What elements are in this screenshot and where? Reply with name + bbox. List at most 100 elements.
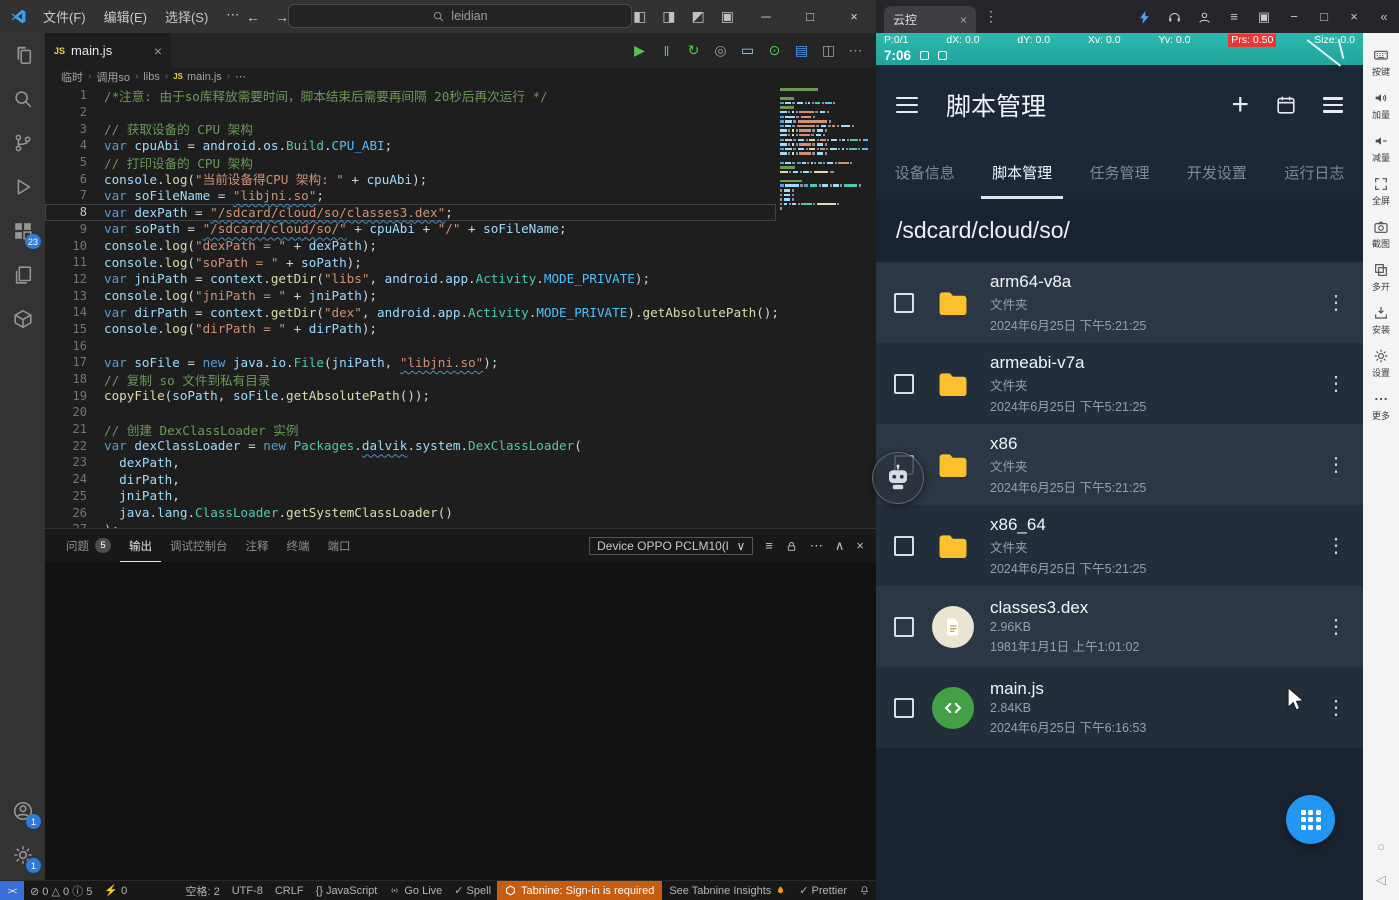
more-actions-button[interactable]: ⋯ [845, 42, 866, 59]
fab-apps-button[interactable] [1286, 795, 1335, 844]
close-panel-icon[interactable]: × [856, 538, 864, 553]
file-row[interactable]: x86文件夹2024年6月25日 下午5:21:25⋮ [876, 424, 1363, 505]
code-line[interactable]: 7var soFileName = "libjni.so"; [45, 187, 776, 204]
emu-maximize-button[interactable]: □ [1309, 9, 1339, 24]
spell-status[interactable]: ✓ Spell [448, 884, 497, 897]
file-row[interactable]: x86_64文件夹2024年6月25日 下午5:21:25⋮ [876, 505, 1363, 586]
voldown-button[interactable]: 减量 [1372, 133, 1390, 164]
boost-icon[interactable] [1129, 8, 1159, 24]
documents-icon[interactable] [0, 253, 45, 297]
apk-button[interactable]: 安装 [1372, 305, 1390, 336]
file-row[interactable]: classes3.dex2.96KB1981年1月1日 上午1:01:02⋮ [876, 586, 1363, 667]
manage-settings-icon[interactable]: 1 [0, 833, 45, 877]
sidebar-collapse-button[interactable]: « [1369, 9, 1399, 24]
code-line[interactable]: 10console.log("dexPath = " + dexPath); [45, 237, 776, 254]
app-tab-4[interactable]: 运行日志 [1266, 145, 1363, 199]
breadcrumb-item-0[interactable]: 临时 [61, 69, 83, 85]
prettier-status[interactable]: ✓ Prettier [793, 884, 853, 897]
panel-tab-4[interactable]: 终端 [278, 529, 319, 562]
customize-layout-button[interactable]: ▣ [721, 8, 734, 25]
gear-button[interactable]: 设置 [1372, 348, 1390, 379]
pause-script-button[interactable]: ‖ [656, 43, 677, 59]
checkbox[interactable] [894, 698, 914, 718]
panel-tab-5[interactable]: 端口 [319, 529, 360, 562]
code-line[interactable]: 21// 创建 DexClassLoader 实例 [45, 421, 776, 438]
source-control-icon[interactable] [0, 121, 45, 165]
rerun-script-button[interactable]: ↻ [683, 42, 704, 59]
status-item-0[interactable]: 空格: 2 [179, 883, 225, 899]
window-switch-icon[interactable]: ▣ [1249, 9, 1279, 25]
checkbox[interactable] [894, 536, 914, 556]
code-line[interactable]: 15console.log("dirPath = " + dirPath); [45, 321, 776, 338]
code-line[interactable]: 26 java.lang.ClassLoader.getSystemClassL… [45, 504, 776, 521]
code-line[interactable]: 9var soPath = "/sdcard/cloud/so/" + cpuA… [45, 221, 776, 238]
nav-icon-1[interactable]: ◁ [1376, 872, 1386, 888]
maximize-panel-icon[interactable]: ∧ [835, 538, 845, 554]
breadcrumb-item-3[interactable]: JSmain.js [173, 71, 222, 83]
explorer-icon[interactable] [0, 33, 45, 77]
maximize-button[interactable]: □ [788, 0, 832, 33]
stop-all-button[interactable]: ⊙ [764, 42, 785, 59]
code-line[interactable]: 24 dirPath, [45, 471, 776, 488]
code-line[interactable]: 25 jniPath, [45, 488, 776, 505]
code-line[interactable]: 22var dexClassLoader = new Packages.dalv… [45, 437, 776, 454]
floating-assistant-button[interactable] [872, 452, 924, 504]
app-tab-2[interactable]: 任务管理 [1071, 145, 1168, 199]
code-line[interactable]: 19copyFile(soPath, soFile.getAbsolutePat… [45, 387, 776, 404]
account-icon[interactable] [1189, 8, 1219, 24]
nav-back-button[interactable]: ← [246, 9, 260, 25]
code-line[interactable]: 11console.log("soPath = " + soPath); [45, 254, 776, 271]
code-line[interactable]: 8var dexPath = "/sdcard/cloud/so/classes… [45, 204, 776, 221]
filter-icon[interactable]: ≡ [765, 538, 773, 553]
item-menu-icon[interactable]: ⋮ [1323, 614, 1349, 639]
extensions-icon[interactable]: 23 [0, 209, 45, 253]
code-line[interactable]: 3// 获取设备的 CPU 架构 [45, 120, 776, 137]
code-line[interactable]: 18// 复制 so 文件到私有目录 [45, 371, 776, 388]
item-menu-icon[interactable]: ⋮ [1323, 371, 1349, 396]
minimap[interactable] [780, 88, 868, 212]
code-line[interactable]: 20 [45, 404, 776, 421]
checkbox[interactable] [894, 617, 914, 637]
bell-icon[interactable] [853, 885, 876, 896]
code-line[interactable]: 2 [45, 104, 776, 121]
code-line[interactable]: 5// 打印设备的 CPU 架构 [45, 154, 776, 171]
code-line[interactable]: 1/*注意: 由于so库释放需要时间，脚本结束后需要再间隔 20秒后再次运行 *… [45, 87, 776, 104]
run-and-debug-icon[interactable] [0, 165, 45, 209]
more-actions-icon[interactable]: ⋯ [810, 538, 823, 554]
editor-tab-main-js[interactable]: JS main.js × [45, 33, 171, 68]
item-menu-icon[interactable]: ⋮ [1323, 290, 1349, 315]
item-menu-icon[interactable]: ⋮ [1323, 695, 1349, 720]
menu-item-2[interactable]: 选择(S) [156, 7, 217, 26]
tab-close-button[interactable]: × [154, 43, 162, 59]
nav-icon-0[interactable]: ○ [1377, 839, 1385, 854]
code-line[interactable]: 12var jniPath = context.getDir("libs", a… [45, 271, 776, 288]
emu-close-button[interactable]: × [1339, 9, 1369, 24]
file-row[interactable]: armeabi-v7a文件夹2024年6月25日 下午5:21:25⋮ [876, 343, 1363, 424]
toggle-secondary-sidebar-button[interactable]: ◩ [692, 8, 705, 25]
package-explorer-icon[interactable] [0, 297, 45, 341]
code-line[interactable]: 4var cpuAbi = android.os.Build.CPU_ABI; [45, 137, 776, 154]
emu-menu-icon[interactable]: ≡ [1219, 9, 1249, 24]
toggle-primary-sidebar-button[interactable]: ◧ [633, 8, 646, 25]
checkbox[interactable] [894, 293, 914, 313]
status-item-1[interactable]: UTF-8 [226, 885, 269, 897]
tab-more-icon[interactable]: ⋮ [984, 8, 998, 25]
device-selector[interactable]: Device OPPO PCLM10(l∨ [589, 537, 753, 555]
code-line[interactable]: 17var soFile = new java.io.File(jniPath,… [45, 354, 776, 371]
go-live-button[interactable]: Go Live [383, 885, 448, 897]
panel-tab-2[interactable]: 调试控制台 [161, 529, 237, 562]
run-script-button[interactable]: ▶ [629, 42, 650, 59]
emu-minimize-button[interactable]: − [1279, 9, 1309, 24]
screenshot-button[interactable]: 截图 [1372, 219, 1390, 250]
problems-status[interactable]: ⊘ 0 △ 0 ⓘ 5 [24, 883, 98, 899]
code-line[interactable]: 16 [45, 337, 776, 354]
code-line[interactable]: 23 dexPath, [45, 454, 776, 471]
sort-menu-icon[interactable] [1323, 97, 1343, 113]
app-tab-3[interactable]: 开发设置 [1168, 145, 1265, 199]
menu-item-3[interactable]: ⋯ [217, 7, 248, 26]
panel-tab-3[interactable]: 注释 [237, 529, 278, 562]
accounts-icon[interactable]: 1 [0, 789, 45, 833]
item-menu-icon[interactable]: ⋮ [1323, 533, 1349, 558]
keyboard-button[interactable]: 按键 [1372, 47, 1390, 78]
fullscreen-button[interactable]: 全屏 [1372, 176, 1390, 207]
